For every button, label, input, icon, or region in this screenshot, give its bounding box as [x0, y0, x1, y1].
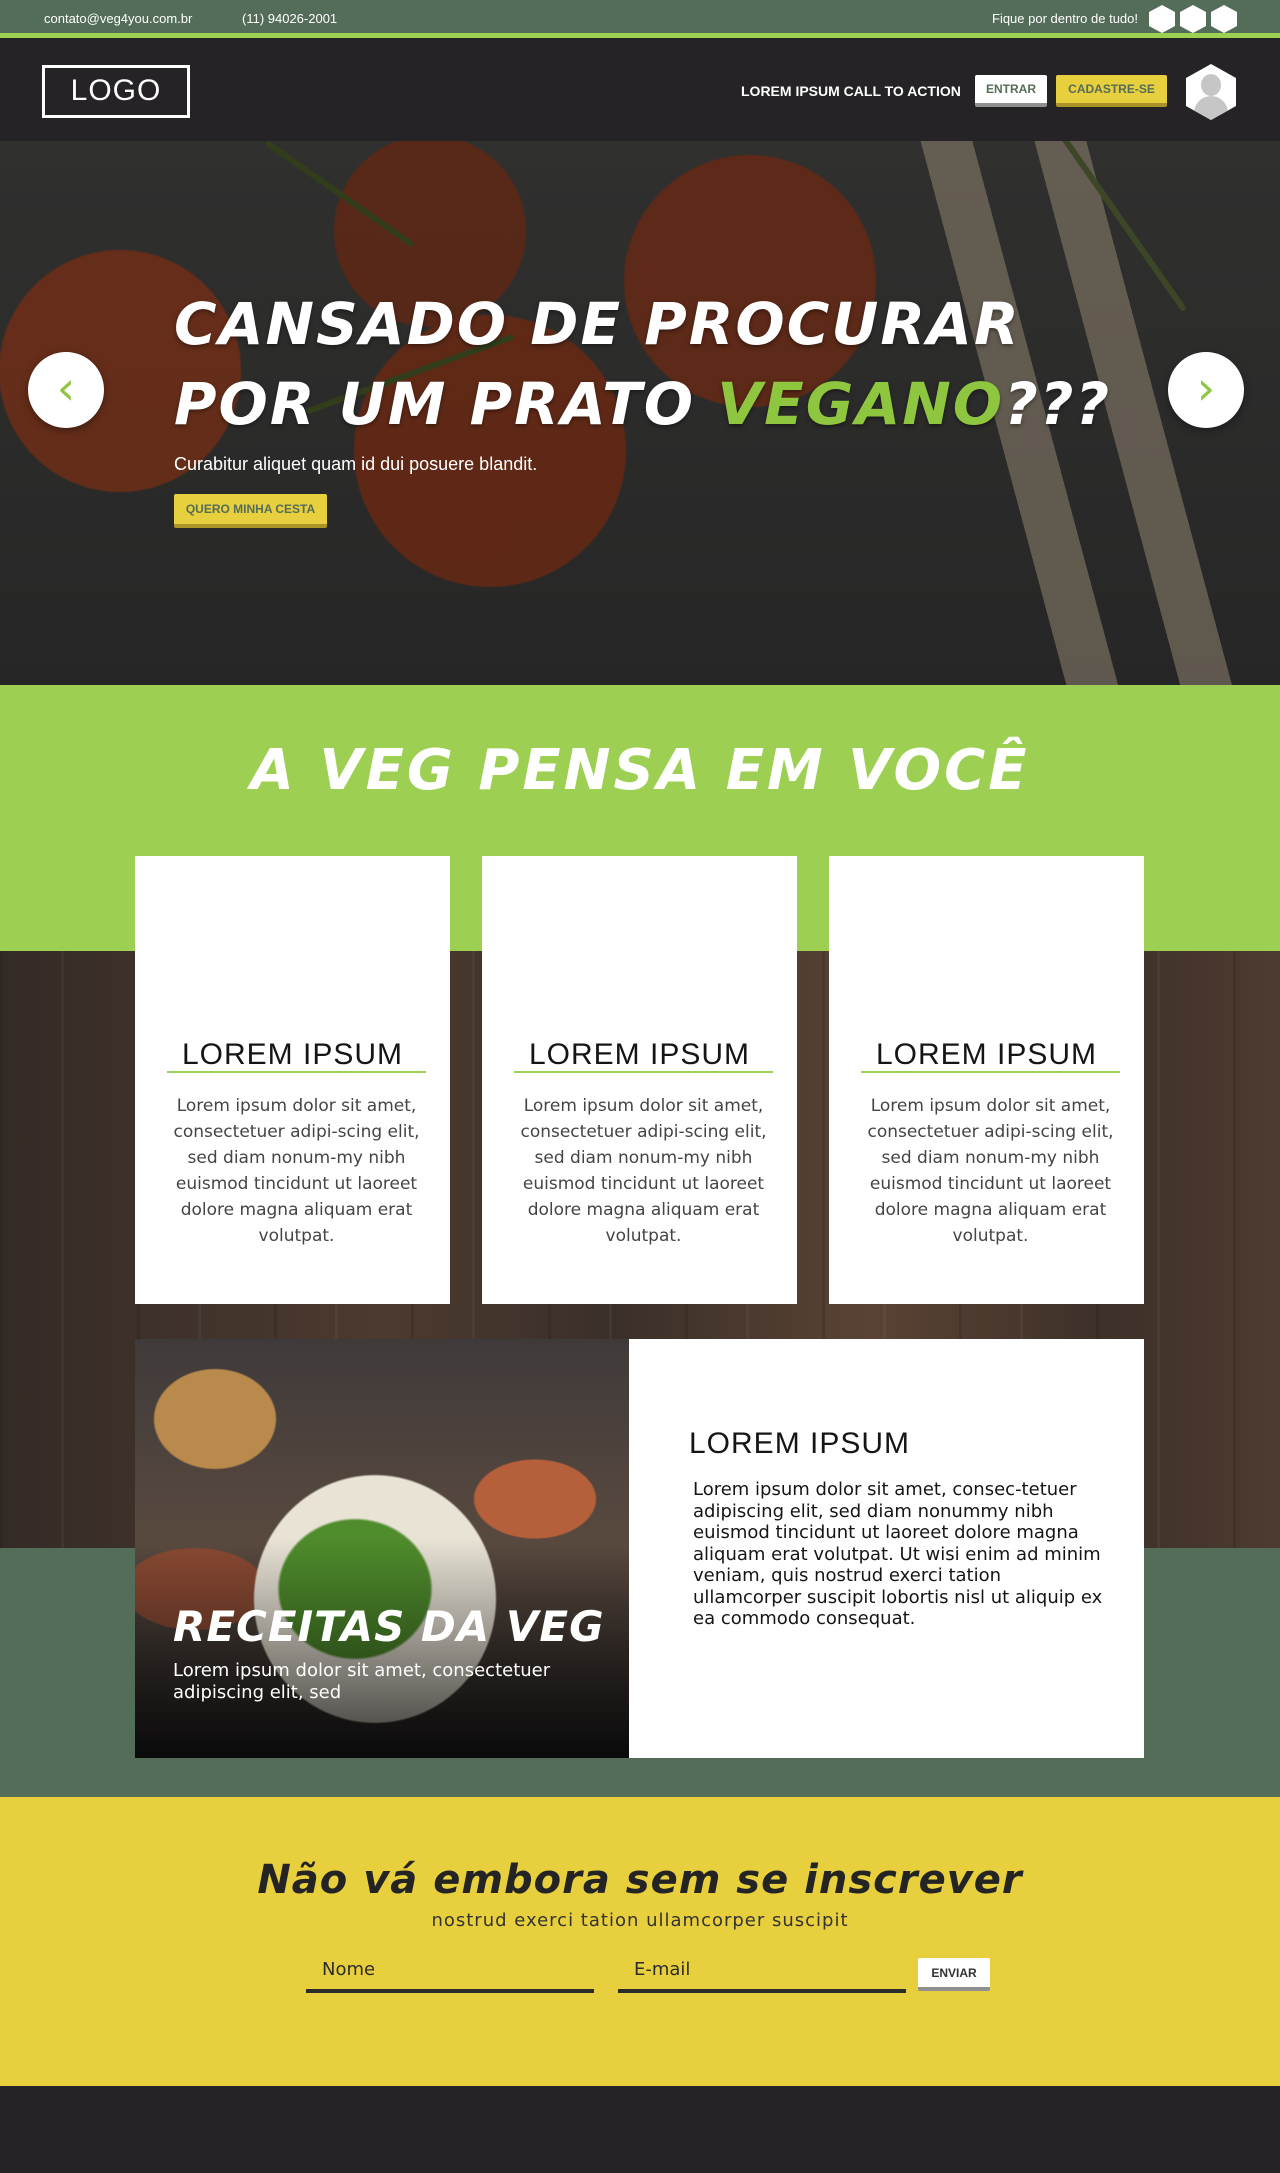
hero-title: CANSADO DE PROCURAR POR UM PRATO VEGANO?… [174, 284, 1124, 444]
hero-subtitle: Curabitur aliquet quam id dui posuere bl… [174, 454, 538, 474]
feature-card-divider [514, 1071, 773, 1073]
site-logo[interactable]: LOGO [42, 65, 190, 118]
recipes-side-text: Lorem ipsum dolor sit amet, consec-tetue… [693, 1479, 1103, 1629]
feature-card-text: Lorem ipsum dolor sit amet, consectetuer… [520, 1096, 767, 1246]
quero-minha-cesta-button[interactable]: QUERO MINHA CESTA [174, 494, 327, 528]
carousel-prev-chevron-icon[interactable]: ‹ [28, 352, 104, 428]
email-field[interactable] [618, 1949, 906, 1993]
avatar-body [1194, 96, 1228, 120]
recipes-title: RECEITAS DA VEG [173, 1602, 605, 1651]
hero-title-line1: CANSADO DE PROCURAR [174, 290, 1021, 358]
feature-card: LOREM IPSUM Lorem ipsum dolor sit amet, … [135, 856, 450, 1304]
features-heading: A VEG PENSA EM VOCÊ [250, 738, 1030, 803]
recipes-image-card[interactable]: RECEITAS DA VEG Lorem ipsum dolor sit am… [135, 1339, 629, 1758]
login-button[interactable]: ENTRAR [975, 75, 1047, 107]
recipes-subtitle: Lorem ipsum dolor sit amet, consectetuer… [173, 1660, 551, 1703]
carousel-next-chevron-icon[interactable]: › [1168, 352, 1244, 428]
social-hexagon-icon[interactable] [1211, 5, 1237, 33]
signup-button[interactable]: CADASTRE-SE [1056, 75, 1167, 107]
hero-title-highlight: VEGANO [717, 370, 1005, 438]
hero-banner: CANSADO DE PROCURAR POR UM PRATO VEGANO?… [0, 141, 1280, 685]
site-footer [0, 2086, 1280, 2173]
user-avatar-icon[interactable] [1186, 64, 1236, 120]
feature-card-text: Lorem ipsum dolor sit amet, consectetuer… [867, 1096, 1114, 1246]
call-to-action-link[interactable]: LOREM IPSUM CALL TO ACTION [741, 83, 961, 99]
follow-text: Fique por dentro de tudo! [992, 11, 1138, 26]
feature-card-divider [167, 1071, 426, 1073]
social-hexagon-icon[interactable] [1149, 5, 1175, 33]
feature-card: LOREM IPSUM Lorem ipsum dolor sit amet, … [482, 856, 797, 1304]
feature-card: LOREM IPSUM Lorem ipsum dolor sit amet, … [829, 856, 1144, 1304]
site-header: LOGO LOREM IPSUM CALL TO ACTION ENTRAR C… [0, 43, 1280, 141]
feature-card-divider [861, 1071, 1120, 1073]
feature-card-title: LOREM IPSUM [181, 1038, 404, 1071]
avatar-head [1201, 74, 1221, 96]
name-field[interactable] [306, 1949, 594, 1993]
feature-card-text: Lorem ipsum dolor sit amet, consectetuer… [173, 1096, 420, 1246]
newsletter-heading: Não vá embora sem se inscrever [257, 1857, 1023, 1903]
feature-card-title: LOREM IPSUM [528, 1038, 751, 1071]
send-button[interactable]: ENVIAR [918, 1958, 990, 1991]
recipes-text-panel: LOREM IPSUM Lorem ipsum dolor sit amet, … [629, 1339, 1144, 1758]
contact-phone[interactable]: (11) 94026-2001 [242, 11, 337, 26]
hero-title-end: ??? [1004, 370, 1112, 438]
newsletter-subtitle: nostrud exerci tation ullamcorper suscip… [431, 1910, 849, 1931]
top-contact-bar: contato@veg4you.com.br (11) 94026-2001 F… [0, 0, 1280, 38]
social-hexagon-icon[interactable] [1180, 5, 1206, 33]
contact-email[interactable]: contato@veg4you.com.br [44, 11, 192, 26]
feature-card-title: LOREM IPSUM [875, 1038, 1098, 1071]
recipes-side-title: LOREM IPSUM [689, 1427, 911, 1460]
hero-title-line2: POR UM PRATO [174, 370, 718, 438]
newsletter-section: Não vá embora sem se inscrever nostrud e… [0, 1797, 1280, 2086]
